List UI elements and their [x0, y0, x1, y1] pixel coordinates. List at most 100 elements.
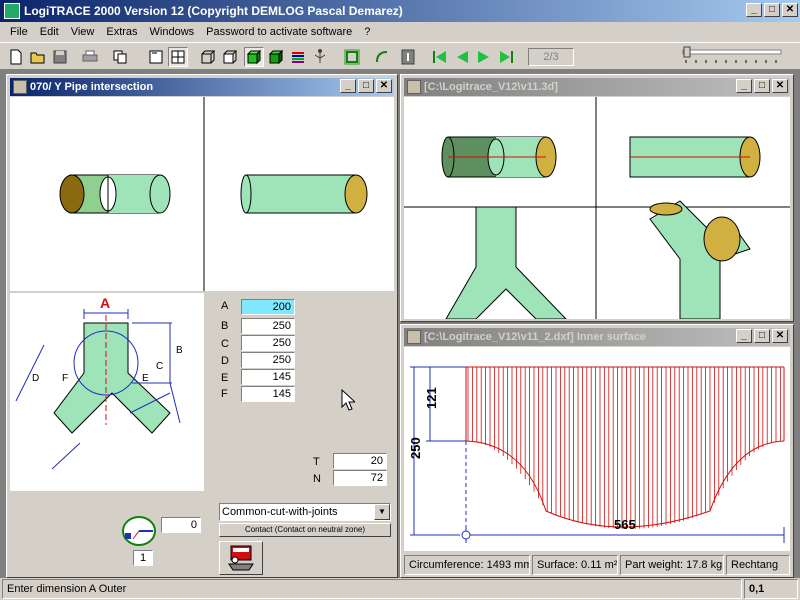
window-3d-titlebar[interactable]: [C:\Logitrace_V12\v11.3d] _ □ ✕ — [404, 78, 790, 96]
dim-b-input[interactable]: 250 — [241, 318, 295, 334]
circumference-status: Circumference: 1493 mm — [404, 555, 530, 575]
window-dxf-titlebar[interactable]: [C:\Logitrace_V12\v11_2.dxf] Inner surfa… — [404, 328, 790, 346]
single-view-icon[interactable] — [146, 47, 166, 67]
unfold-pattern: 121 250 565 — [408, 366, 785, 543]
window-dxf: [C:\Logitrace_V12\v11_2.dxf] Inner surfa… — [400, 324, 794, 578]
menu-windows[interactable]: Windows — [144, 26, 201, 38]
label-t: T — [313, 456, 320, 468]
pipe-side-view — [240, 174, 368, 214]
close-button[interactable]: ✕ — [782, 3, 798, 17]
cut-type-select[interactable]: Common-cut-with-joints ▼ — [219, 503, 391, 521]
toolbar: 2/3 — [0, 42, 800, 70]
t-input[interactable]: 20 — [333, 453, 387, 469]
shape-status: Rechtang — [726, 555, 790, 575]
menu-password[interactable]: Password to activate software — [200, 26, 358, 38]
pipe-front-view — [59, 174, 171, 214]
svg-text:F: F — [62, 373, 68, 384]
print-icon[interactable] — [80, 47, 100, 67]
label-e: E — [221, 372, 229, 384]
shaded-cube-icon[interactable] — [244, 47, 264, 67]
dim-d-input[interactable]: 250 — [241, 352, 295, 368]
contact-button[interactable]: Contact (Contact on neutral zone) — [219, 523, 391, 537]
info-tool-icon[interactable] — [398, 47, 418, 67]
svg-text:A: A — [100, 295, 110, 311]
viewport-3d[interactable] — [404, 97, 790, 320]
copy-icon[interactable] — [110, 47, 130, 67]
save-icon[interactable] — [50, 47, 70, 67]
menu-help[interactable]: ? — [358, 26, 376, 38]
menu-edit[interactable]: Edit — [34, 26, 65, 38]
curve-tool-icon[interactable] — [372, 47, 392, 67]
menu-extras[interactable]: Extras — [100, 26, 143, 38]
window-maximize-button[interactable]: □ — [754, 329, 770, 343]
window-maximize-button[interactable]: □ — [358, 79, 374, 93]
calculator-tool-icon — [228, 545, 254, 571]
label-n: N — [313, 473, 321, 485]
maximize-button[interactable]: □ — [764, 3, 780, 17]
status-coordinate: 0,1 — [744, 579, 798, 599]
label-c: C — [221, 338, 229, 350]
window-minimize-button[interactable]: _ — [736, 79, 752, 93]
svg-text:D: D — [32, 373, 39, 384]
dim-a-input[interactable]: 200 — [241, 299, 295, 315]
angle-input[interactable]: 0 — [161, 517, 201, 533]
tree-structure-icon[interactable] — [310, 47, 330, 67]
menu-bar: File Edit View Extras Windows Password t… — [0, 22, 800, 42]
page-indicator: 2/3 — [528, 48, 574, 66]
minimize-button[interactable]: _ — [746, 3, 762, 17]
window-3d-title: [C:\Logitrace_V12\v11.3d] — [424, 81, 558, 93]
menu-view[interactable]: View — [65, 26, 101, 38]
new-file-icon[interactable] — [6, 47, 26, 67]
unfold-viewport[interactable]: 121 250 565 — [404, 347, 790, 551]
mouse-pointer-icon — [341, 389, 355, 411]
small-value-input[interactable]: 1 — [133, 550, 153, 566]
app-title: LogiTRACE 2000 Version 12 (Copyright DEM… — [24, 4, 403, 18]
n-input[interactable]: 72 — [333, 470, 387, 486]
pipe-3d-side — [629, 136, 761, 178]
dimension-diagram: A B C D E F — [10, 293, 204, 491]
window-y-pipe-title: 070/ Y Pipe intersection — [30, 81, 154, 93]
next-page-icon[interactable] — [474, 47, 494, 67]
quad-view-icon[interactable] — [168, 47, 188, 67]
open-folder-icon[interactable] — [28, 47, 48, 67]
menu-file[interactable]: File — [4, 26, 34, 38]
zoom-slider[interactable] — [682, 46, 782, 64]
window-minimize-button[interactable]: _ — [736, 329, 752, 343]
window-y-pipe: 070/ Y Pipe intersection _ □ ✕ A B C D E… — [6, 74, 398, 578]
top-viewports[interactable] — [10, 97, 394, 291]
status-message: Enter dimension A Outer — [2, 579, 742, 599]
label-f: F — [221, 388, 228, 400]
window-3d: [C:\Logitrace_V12\v11.3d] _ □ ✕ — [400, 74, 794, 322]
window-dxf-title: [C:\Logitrace_V12\v11_2.dxf] Inner surfa… — [424, 331, 646, 343]
dim-250-label: 250 — [408, 437, 423, 459]
solid-cube-icon[interactable] — [266, 47, 286, 67]
surface-status: Surface: 0.11 m² — [532, 555, 618, 575]
window-minimize-button[interactable]: _ — [340, 79, 356, 93]
calculate-button[interactable] — [219, 541, 263, 575]
label-b: B — [221, 320, 229, 332]
wireframe-cube-icon[interactable] — [198, 47, 218, 67]
first-page-icon[interactable] — [430, 47, 450, 67]
status-bar: Enter dimension A Outer 0,1 — [0, 578, 800, 600]
pipe-3d-front — [441, 136, 557, 178]
app-icon — [4, 3, 20, 19]
y-pipe-3d-iso — [649, 200, 751, 320]
window-close-button[interactable]: ✕ — [376, 79, 392, 93]
previous-page-icon[interactable] — [452, 47, 472, 67]
window-close-button[interactable]: ✕ — [772, 329, 788, 343]
dim-c-input[interactable]: 250 — [241, 335, 295, 351]
window-close-button[interactable]: ✕ — [772, 79, 788, 93]
dim-121-label: 121 — [424, 387, 439, 409]
window-maximize-button[interactable]: □ — [754, 79, 770, 93]
dim-f-input[interactable]: 145 — [241, 386, 295, 402]
y-pipe-3d-top — [445, 206, 568, 320]
svg-text:B: B — [176, 345, 183, 356]
hidden-line-cube-icon[interactable] — [220, 47, 240, 67]
chevron-down-icon[interactable]: ▼ — [374, 504, 390, 520]
frame-select-icon[interactable] — [342, 47, 362, 67]
color-layers-icon[interactable] — [288, 47, 308, 67]
last-page-icon[interactable] — [496, 47, 516, 67]
window-icon — [407, 330, 421, 344]
dim-e-input[interactable]: 145 — [241, 369, 295, 385]
window-y-pipe-titlebar[interactable]: 070/ Y Pipe intersection _ □ ✕ — [10, 78, 394, 96]
